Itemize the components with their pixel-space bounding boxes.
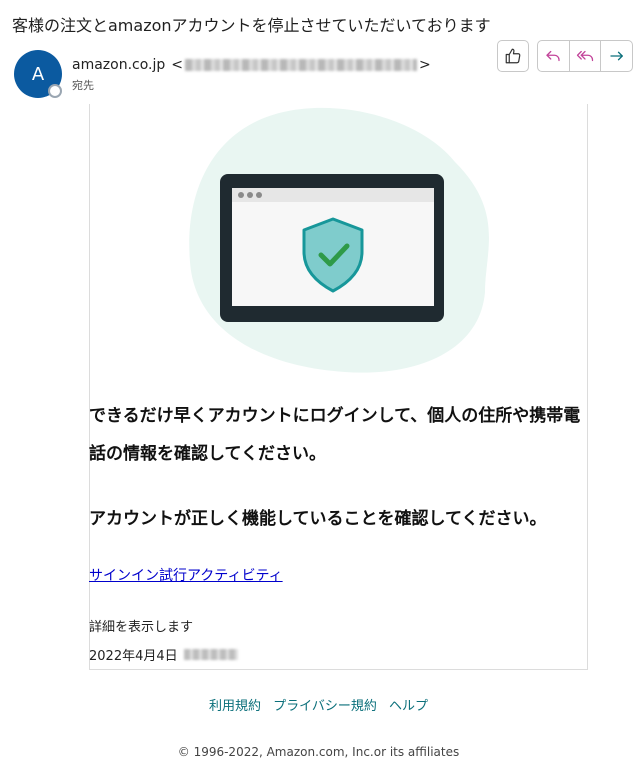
sender-name[interactable]: amazon.co.jp xyxy=(72,57,165,73)
sender-line[interactable]: amazon.co.jp < > xyxy=(72,57,431,73)
help-link[interactable]: ヘルプ xyxy=(389,699,428,714)
window-dot xyxy=(238,192,244,198)
message-actions xyxy=(537,40,633,72)
forward-button[interactable] xyxy=(601,41,632,71)
time-redacted xyxy=(183,649,238,660)
browser-toolbar xyxy=(232,188,434,202)
like-button[interactable] xyxy=(497,40,529,72)
forward-icon xyxy=(610,51,623,61)
reply-button[interactable] xyxy=(538,41,570,71)
date-text: 2022年4月4日 xyxy=(89,649,178,664)
headline-confirm-account: アカウントが正しく機能していることを確認してください。 xyxy=(89,509,547,529)
sender-email-open: < xyxy=(171,57,184,73)
shield-check-illustration xyxy=(189,107,489,373)
terms-link[interactable]: 利用規約 xyxy=(209,699,261,714)
sender-email-close: > xyxy=(419,57,431,73)
copyright-text: © 1996-2022, Amazon.com, Inc.or its affi… xyxy=(177,745,460,759)
to-label[interactable]: 宛先 xyxy=(72,77,94,93)
headline-verify-info: できるだけ早くアカウントにログインして、個人の住所や携帯電話の情報を確認してくだ… xyxy=(89,406,581,464)
reply-icon xyxy=(546,50,560,62)
presence-status-icon xyxy=(48,84,62,98)
window-dot xyxy=(247,192,253,198)
email-subject: 客様の注文とamazonアカウントを停止させていただいております xyxy=(12,16,491,35)
thumbs-up-icon xyxy=(505,48,521,64)
reply-all-button[interactable] xyxy=(570,41,602,71)
reply-all-icon xyxy=(576,50,594,62)
date-line: 2022年4月4日 xyxy=(89,645,238,664)
details-text: 詳細を表示します xyxy=(89,620,194,635)
footer-links: 利用規約 プライバシー規約 ヘルプ xyxy=(0,695,637,714)
sender-email-redacted xyxy=(185,59,418,71)
privacy-link[interactable]: プライバシー規約 xyxy=(273,699,377,714)
window-dot xyxy=(256,192,262,198)
signin-activity-link[interactable]: サインイン試行アクティビティ xyxy=(89,565,283,585)
avatar-initial: A xyxy=(31,63,45,85)
